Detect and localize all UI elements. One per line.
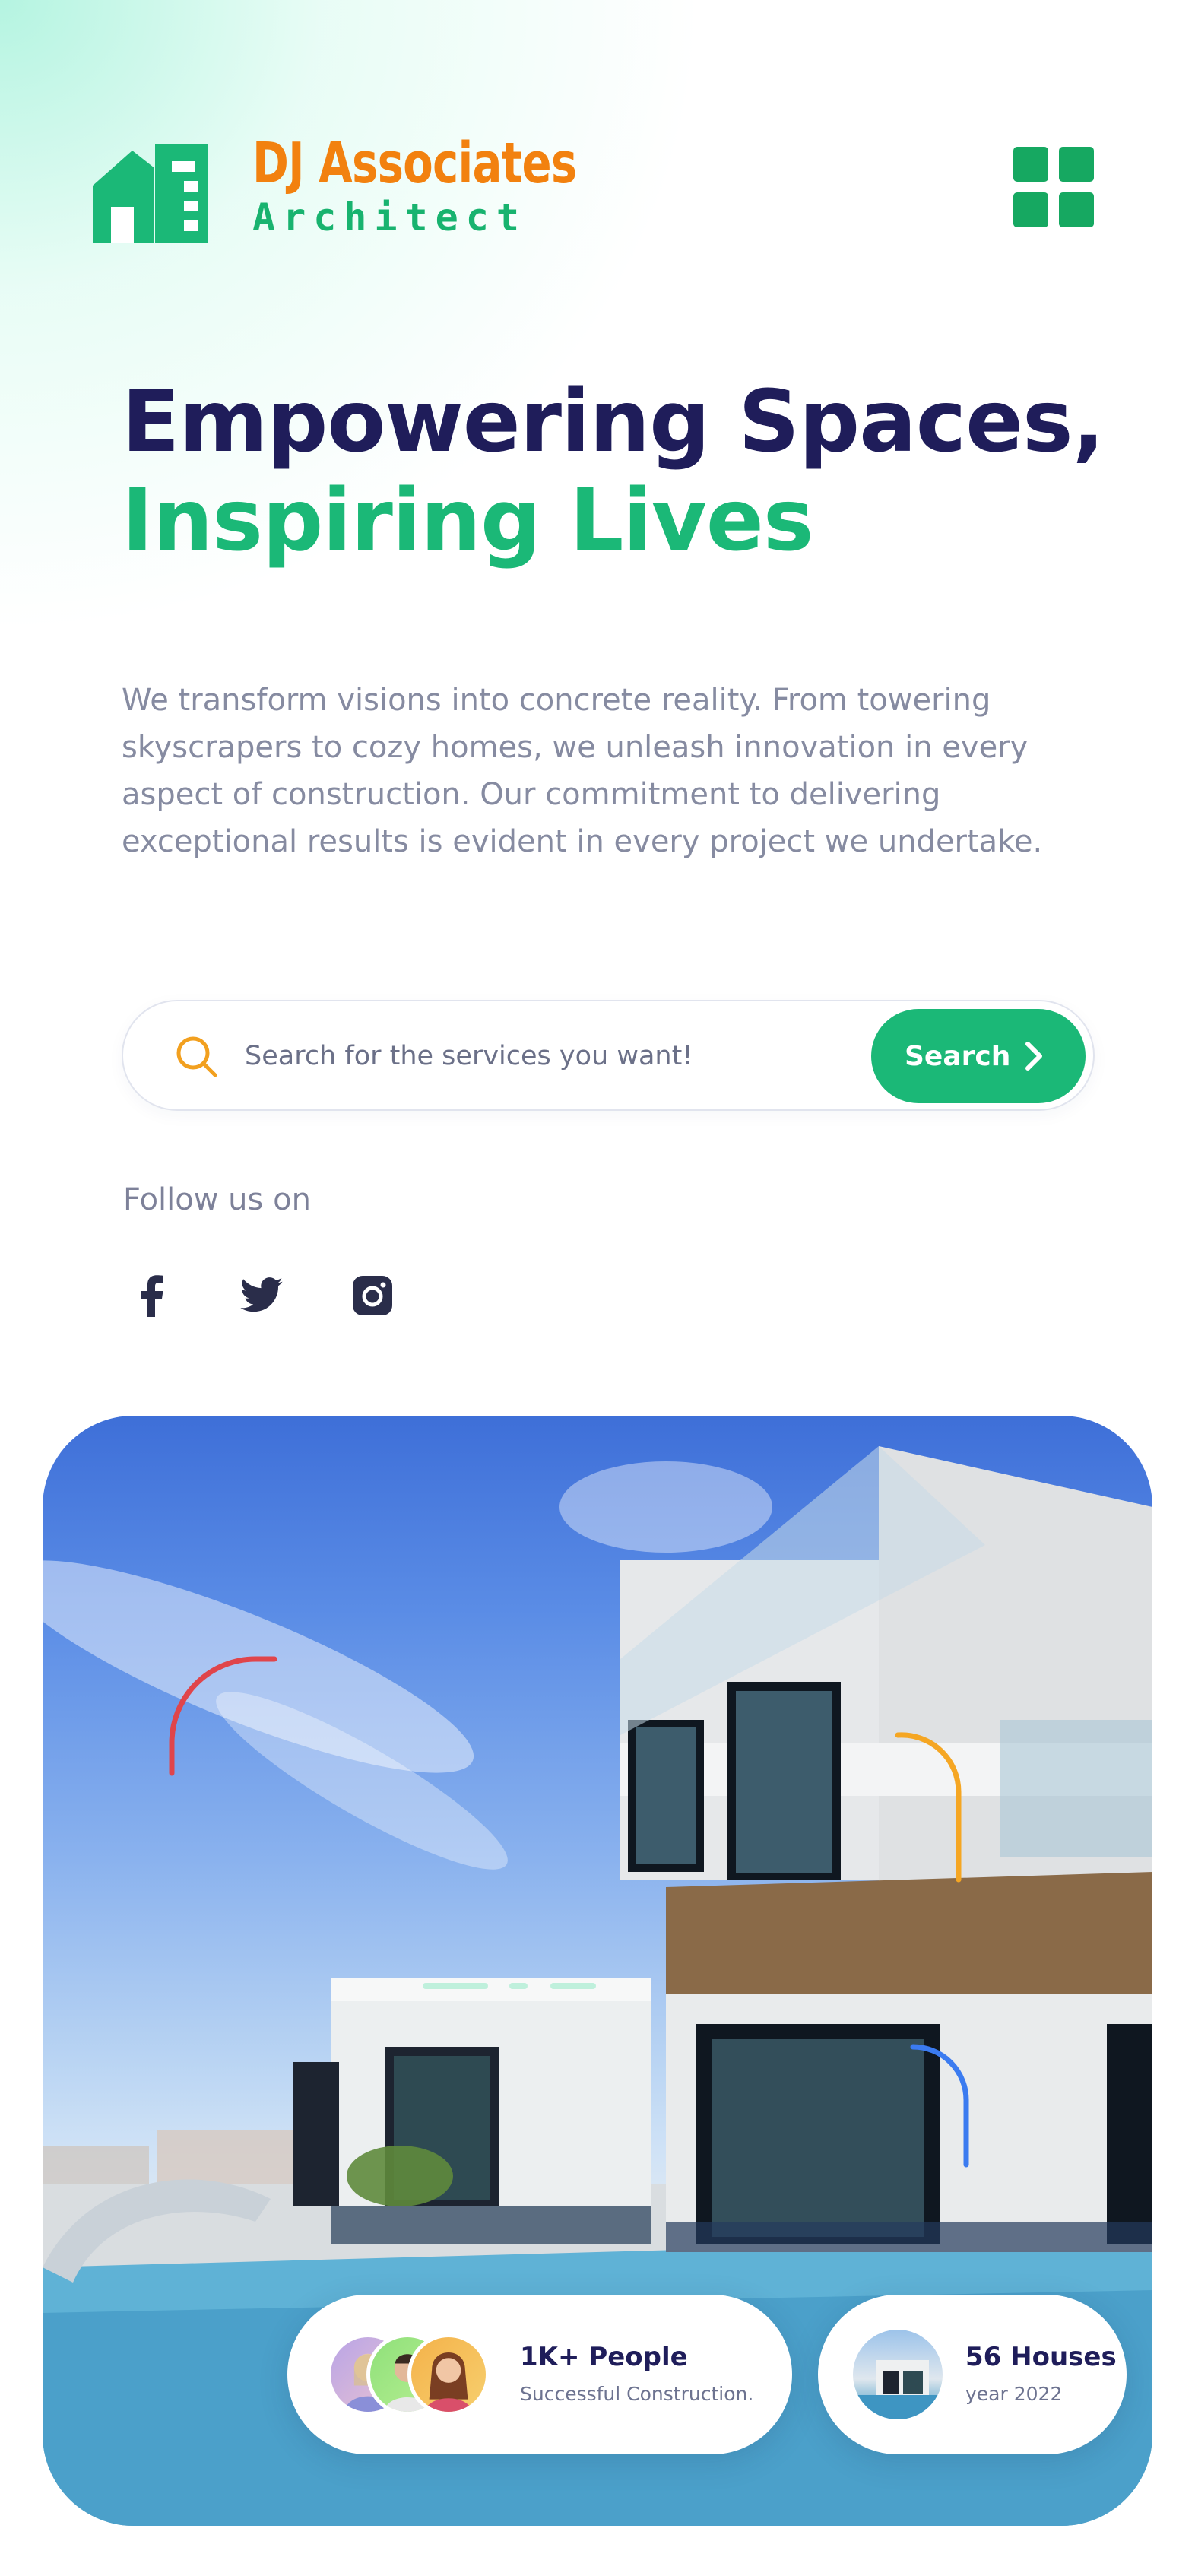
follow-us-label: Follow us on bbox=[123, 1182, 311, 1217]
house-logo-icon bbox=[93, 144, 208, 243]
brand-tagline: Architect bbox=[252, 195, 527, 240]
search-bar: Search bbox=[122, 1000, 1095, 1111]
twitter-icon[interactable] bbox=[237, 1271, 286, 1320]
stat-people-title: 1K+ People bbox=[520, 2342, 688, 2372]
hero-headline: Empowering Spaces, Inspiring Lives bbox=[122, 373, 1105, 570]
search-input[interactable] bbox=[245, 1027, 853, 1085]
search-icon bbox=[176, 1036, 217, 1077]
search-button-label: Search bbox=[905, 1040, 1011, 1072]
avatar bbox=[407, 2333, 490, 2416]
grid-menu-icon[interactable] bbox=[1013, 147, 1095, 229]
headline-line-2: Inspiring Lives bbox=[122, 471, 814, 570]
chevron-right-icon bbox=[1025, 1042, 1042, 1071]
brand-logo[interactable]: DJ Associates Architect bbox=[93, 131, 668, 243]
search-button[interactable]: Search bbox=[871, 1009, 1086, 1103]
brand-name: DJ Associates bbox=[252, 131, 577, 196]
stat-houses-subtitle: year 2022 bbox=[965, 2383, 1063, 2405]
background-glow bbox=[0, 0, 760, 684]
stat-people-subtitle: Successful Construction. bbox=[520, 2383, 754, 2405]
house-thumbnail bbox=[853, 2330, 943, 2419]
stat-people-card: 1K+ People Successful Construction. bbox=[287, 2295, 792, 2454]
instagram-icon[interactable] bbox=[348, 1271, 397, 1320]
hero-description: We transform visions into concrete reali… bbox=[122, 683, 1043, 859]
stat-houses-title: 56 Houses bbox=[965, 2342, 1117, 2372]
facebook-icon[interactable] bbox=[128, 1271, 176, 1320]
headline-line-1: Empowering Spaces, bbox=[122, 373, 1105, 471]
stat-houses-card: 56 Houses year 2022 bbox=[818, 2295, 1127, 2454]
